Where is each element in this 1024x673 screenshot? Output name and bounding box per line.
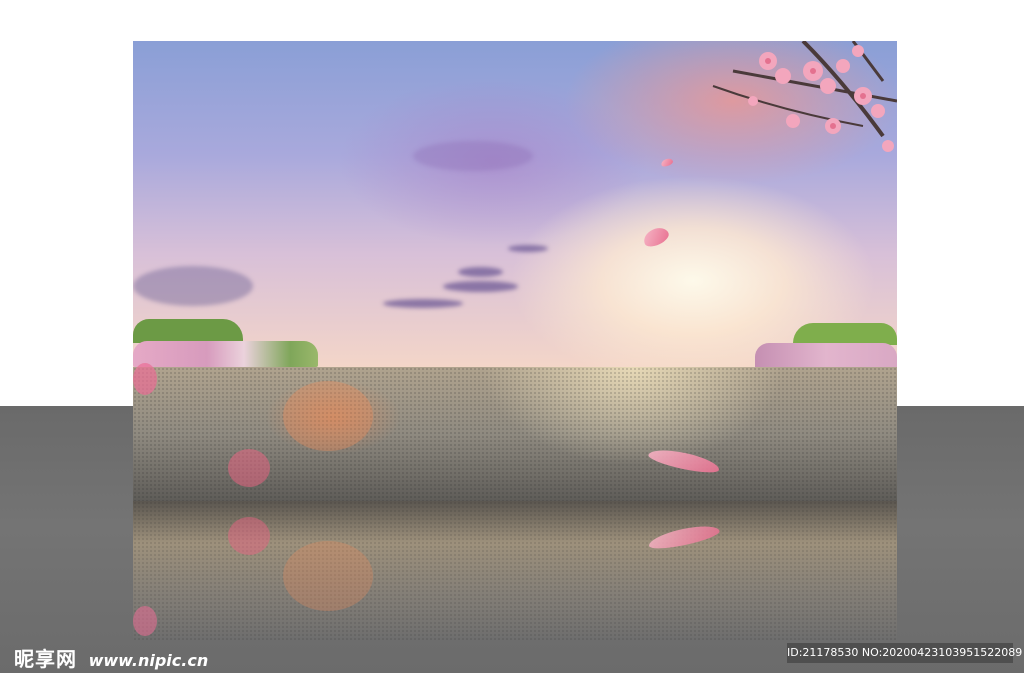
brand-url: www.nipic.cn (88, 651, 209, 670)
blossom-trees-right (755, 343, 897, 369)
lens-flare (228, 517, 270, 555)
lens-flare (133, 606, 157, 636)
cloud (133, 266, 253, 306)
cloud (443, 281, 518, 292)
cloud (383, 299, 463, 308)
lens-flare (283, 381, 373, 451)
cloud (508, 245, 548, 252)
green-trees-right (793, 323, 897, 345)
cloud (413, 141, 533, 171)
nipic-watermark: 昵享网 www.nipic.cn (14, 643, 208, 672)
scene-panel (133, 41, 897, 501)
image-id-badge: ID:21178530 NO:20200423103951522089 (787, 643, 1022, 663)
brand-name: 昵享网 (14, 647, 77, 671)
blossom-trees-left (133, 341, 318, 367)
lens-flare (133, 363, 157, 395)
road-reflection (133, 501, 897, 641)
cloud (458, 267, 503, 277)
green-trees-left (133, 319, 243, 343)
cherry-blossom-branch (712, 41, 897, 152)
lens-flare (228, 449, 270, 487)
lens-flare (283, 541, 373, 611)
